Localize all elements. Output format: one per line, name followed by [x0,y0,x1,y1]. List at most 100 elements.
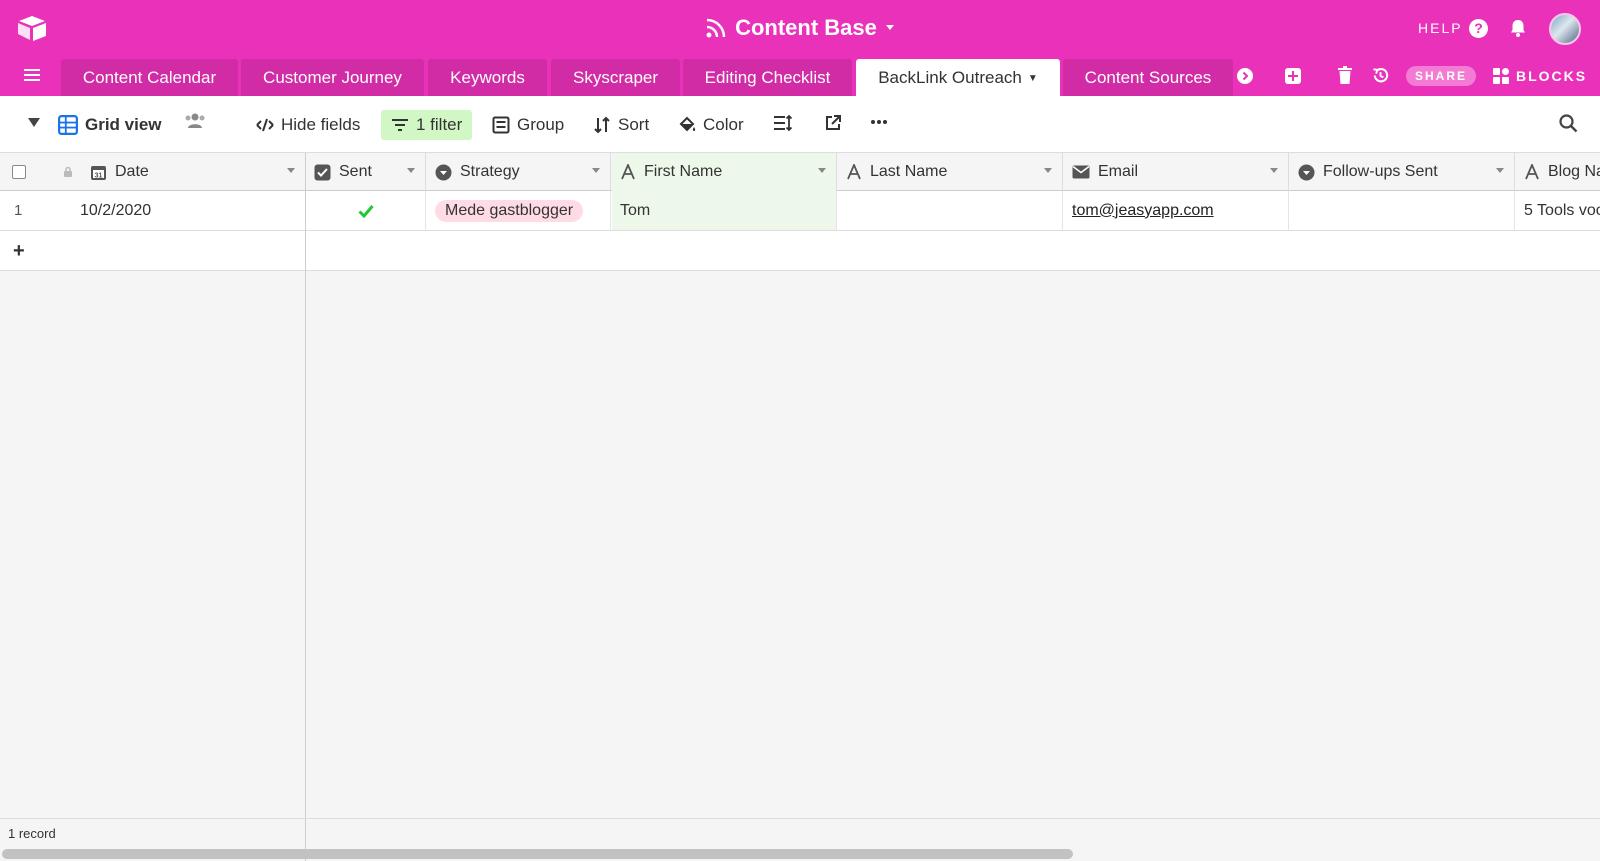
column-header-sent: Sent [339,163,372,180]
sort-label: Sort [618,115,650,134]
tab-label: Content Sources [1084,68,1212,87]
horizontal-scrollbar[interactable] [2,849,1073,859]
tab-label: Keywords [450,68,525,87]
filter-button[interactable]: 1 filter [381,110,473,140]
hide-fields-button[interactable]: Hide fields [256,110,360,140]
collaborators-icon[interactable] [184,112,206,130]
top-bar: Content Base HELP ? [0,0,1600,56]
hide-fields-icon [256,118,274,132]
tab-backlink-outreach[interactable]: BackLink Outreach ▼ [856,59,1060,96]
more-tabs-chevron-icon[interactable] [1237,68,1253,84]
airtable-logo-icon[interactable] [16,14,48,42]
avatar[interactable] [1549,13,1581,45]
filter-label: 1 filter [416,115,463,134]
group-button[interactable]: Group [492,110,564,140]
tab-editing-checklist[interactable]: Editing Checklist [683,59,852,96]
blocks-label: BLOCKS [1516,68,1588,84]
blocks-icon [1493,68,1509,84]
chevron-down-icon [885,25,894,30]
column-header-blog-name: Blog Na [1548,163,1600,180]
blog-name-value: 5 Tools voo [1524,201,1600,219]
sent-cell[interactable] [306,191,426,230]
chevron-down-icon[interactable] [1044,168,1052,173]
column-header-follow-ups-cell[interactable]: Follow-ups Sent [1290,153,1515,191]
more-options-icon[interactable] [870,119,888,125]
column-header-first-name-cell[interactable]: First Name [612,153,837,191]
first-name-value: Tom [620,201,651,219]
view-switcher-chevron-icon[interactable] [28,118,40,128]
column-header-blog-name-cell[interactable]: Blog Na [1516,153,1600,191]
column-header-date[interactable]: Date [115,163,149,181]
row-height-icon[interactable] [773,114,793,132]
chevron-down-icon[interactable] [1270,168,1278,173]
view-toolbar: Grid view Hide fields 1 filter Group Sor… [0,96,1600,153]
add-table-icon[interactable] [1285,68,1301,84]
add-record-row[interactable]: + [0,231,1600,271]
hide-fields-label: Hide fields [281,115,361,134]
tab-label: Content Calendar [82,68,217,87]
add-record-icon[interactable]: + [13,240,25,263]
email-link[interactable]: tom@jeasyapp.com [1072,202,1214,220]
email-icon [1072,165,1090,179]
tab-label: Skyscraper [572,68,659,87]
chevron-down-icon[interactable] [287,168,295,173]
column-header-last-name: Last Name [870,163,948,180]
column-header-strategy-cell[interactable]: Strategy [427,153,611,191]
column-header-email-cell[interactable]: Email [1064,153,1289,191]
color-button[interactable]: Color [678,110,744,140]
column-header-last-name-cell[interactable]: Last Name [838,153,1063,191]
text-field-icon [621,164,635,180]
column-header-strategy: Strategy [460,163,520,180]
blocks-button[interactable]: BLOCKS [1492,66,1587,86]
view-name-button[interactable]: Grid view [58,110,162,140]
table-row[interactable]: 1 10/2/2020 Mede gastblogger Tom tom@jea… [0,191,1600,231]
single-select-icon [1298,164,1315,180]
frozen-column-divider [305,153,306,861]
rss-icon [706,18,726,38]
column-header-sent-cell[interactable]: Sent [306,153,426,191]
share-button[interactable]: SHARE [1406,66,1476,86]
help-link[interactable]: HELP [1418,20,1463,36]
history-icon[interactable] [1371,66,1390,85]
tab-skyscraper[interactable]: Skyscraper [551,59,680,96]
text-field-icon [847,164,861,180]
search-icon[interactable] [1559,114,1578,133]
follow-ups-cell[interactable] [1290,191,1515,230]
tab-keywords[interactable]: Keywords [428,59,547,96]
strategy-tag: Mede gastblogger [435,199,584,222]
first-name-cell[interactable]: Tom [612,191,837,230]
grid-footer: 1 record [0,818,1600,846]
share-view-icon[interactable] [824,114,842,132]
chevron-down-icon[interactable] [592,168,600,173]
bell-icon[interactable] [1508,18,1528,38]
base-title-wrapper: Content Base [0,15,1600,45]
base-title-button[interactable]: Content Base [705,15,895,41]
filter-icon [392,119,408,131]
select-all-checkbox[interactable] [12,165,26,179]
chevron-down-icon[interactable] [818,168,826,173]
date-cell[interactable]: 10/2/2020 [80,202,151,220]
calendar-icon: 31 [91,165,106,180]
hamburger-menu-icon[interactable] [24,68,40,82]
tab-content-sources[interactable]: Content Sources [1063,59,1233,96]
chevron-down-icon[interactable] [1496,168,1504,173]
tab-customer-journey[interactable]: Customer Journey [241,59,424,96]
chevron-down-icon[interactable]: ▼ [1028,73,1038,84]
last-name-cell[interactable] [838,191,1063,230]
strategy-cell[interactable]: Mede gastblogger [427,191,611,230]
sort-button[interactable]: Sort [593,110,649,140]
help-icon[interactable]: ? [1469,19,1488,38]
email-cell[interactable]: tom@jeasyapp.com [1064,191,1289,230]
svg-text:31: 31 [95,172,103,179]
view-name: Grid view [85,115,162,134]
text-field-icon [1525,164,1539,180]
tab-label: Editing Checklist [704,68,831,87]
checkmark-icon [357,204,374,218]
column-header-follow-ups-sent: Follow-ups Sent [1323,163,1438,180]
blog-name-cell[interactable]: 5 Tools voo [1516,191,1600,230]
chevron-down-icon[interactable] [407,168,415,173]
trash-icon[interactable] [1338,66,1352,84]
column-header-email: Email [1098,163,1139,180]
tab-content-calendar[interactable]: Content Calendar [61,59,238,96]
group-icon [492,116,510,134]
